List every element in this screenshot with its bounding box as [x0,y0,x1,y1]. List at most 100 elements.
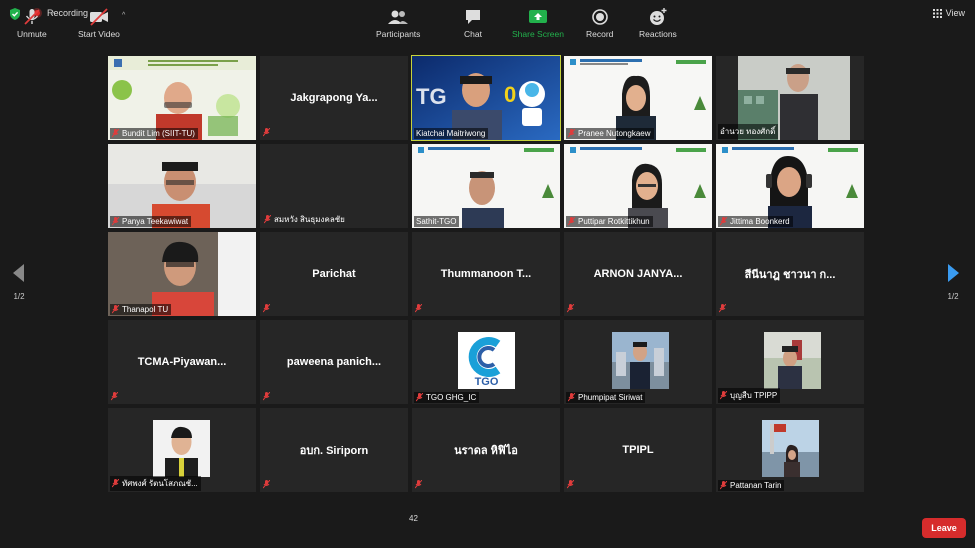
svg-text:0: 0 [504,82,516,107]
chevron-right-icon [948,264,959,282]
participant-name-label: Kiatchai Maitriwong [414,128,489,139]
participant-tile[interactable]: ทัศพงศ์ รัตนโสภณชั... [108,408,256,492]
participant-display-name: Jakgrapong Ya... [290,92,378,104]
muted-mic-icon [568,393,575,402]
participant-name-label: Thanapol TU [110,304,172,315]
smiley-reaction-icon [649,8,667,25]
page-indicator-left: 1/2 [13,292,25,301]
muted-mic-icon [112,305,119,314]
meeting-top-bar: Recording View [0,0,975,28]
participant-tile[interactable]: บุญสืบ TPIPP [716,320,864,404]
muted-mic-icon [719,304,726,313]
muted-mic-icon [568,129,575,138]
participants-label: Participants [376,29,421,39]
reactions-label: Reactions [639,29,677,39]
participant-name-label: Pattanan Tarin [718,480,785,491]
participant-display-name: paweena panich... [286,356,382,368]
participant-tile[interactable]: Panya Teekawiwat [108,144,256,228]
participants-icon [388,10,409,24]
participant-tile[interactable]: Pattanan Tarin [716,408,864,492]
page-indicator-right: 1/2 [947,292,959,301]
participants-button[interactable]: Participants [376,8,420,39]
participant-tile[interactable]: สีนีนาฎ ชาวนา ก... [716,232,864,316]
chat-button[interactable]: Chat [464,8,482,39]
start-video-button[interactable]: Start Video [78,8,120,39]
participant-name-label: Pranee Nutongkaew [566,128,654,139]
participant-tile[interactable]: นราดล หิฟิไอ [412,408,560,492]
record-icon [591,9,608,25]
view-button[interactable]: View [932,8,965,18]
participants-count: 42 [409,514,418,523]
muted-mic-icon [568,217,575,226]
participant-display-name: TCMA-Piyawan... [137,356,227,368]
participant-tile[interactable]: อบก. Siriporn [260,408,408,492]
participant-display-name: อบก. Siriporn [299,445,369,457]
next-page-button[interactable]: 1/2 [946,264,960,301]
muted-mic-icon [112,217,119,226]
participant-display-name: สีนีนาฎ ชาวนา ก... [744,269,836,281]
meeting-controls-bar [0,505,975,548]
muted-mic-icon [264,215,271,224]
muted-mic-icon [415,480,422,489]
participant-tile[interactable]: paweena panich... [260,320,408,404]
participant-tile[interactable]: Puttipar Rotkittikhun [564,144,712,228]
muted-mic-icon [263,392,270,401]
participant-tile[interactable]: Phumpipat Siriwat [564,320,712,404]
share-screen-label: Share Screen [512,29,564,39]
gallery-grid: Bundit Lim (SIIT-TU) Jakgrapong Ya... TG… [108,55,867,492]
participant-name-label: ทัศพงศ์ รัตนโสภณชั... [110,476,201,491]
participant-tile[interactable]: TPIPL [564,408,712,492]
view-label: View [945,8,965,18]
participant-tile[interactable]: Thanapol TU [108,232,256,316]
participant-tile[interactable]: TGO TGO GHG_IC [412,320,560,404]
muted-mic-icon [720,481,727,490]
participant-tile[interactable]: ARNON JANYA... [564,232,712,316]
profile-photo [764,332,821,389]
participant-display-name: Thummanoon T... [440,268,532,280]
muted-mic-icon [720,217,727,226]
participant-tile[interactable]: อำนวย ทองศักดิ์ [716,56,864,140]
record-button[interactable]: Record [586,8,613,39]
muted-mic-icon [263,304,270,313]
svg-text:TG: TG [416,84,447,109]
participant-tile[interactable]: Jakgrapong Ya... [260,56,408,140]
muted-mic-icon [416,393,423,402]
participant-tile[interactable]: Parichat [260,232,408,316]
chat-bubble-icon [466,10,480,24]
participant-name-label: Phumpipat Siriwat [566,392,646,403]
participant-tile[interactable]: Pranee Nutongkaew [564,56,712,140]
participant-tile[interactable]: TCMA-Piyawan... [108,320,256,404]
share-screen-button[interactable]: Share Screen [512,8,564,39]
participant-tile[interactable]: Sathit-TGO [412,144,560,228]
chat-label: Chat [464,29,482,39]
audio-options-caret[interactable]: ^ [52,12,55,19]
previous-page-button[interactable]: 1/2 [12,264,26,301]
profile-photo [153,420,210,477]
participant-name-label: Jittima Boonkerd [718,216,793,227]
participant-tile[interactable]: Jittima Boonkerd [716,144,864,228]
muted-mic-icon [263,128,270,137]
unmute-button[interactable]: Unmute [17,8,47,39]
muted-mic-icon [112,129,119,138]
leave-meeting-button[interactable]: Leave [922,518,966,538]
participant-name-label: Sathit-TGO [414,216,460,227]
reactions-button[interactable]: Reactions [639,8,677,39]
participant-name-label: Bundit Lim (SIIT-TU) [110,128,198,139]
video-options-caret[interactable]: ^ [122,12,125,19]
muted-mic-icon [720,391,727,400]
participant-tile[interactable]: Bundit Lim (SIIT-TU) [108,56,256,140]
muted-microphone-icon [24,9,40,25]
participant-name-label: อำนวย ทองศักดิ์ [718,124,779,139]
profile-photo [762,420,819,477]
muted-mic-icon [415,304,422,313]
tgo-logo-avatar: TGO [458,332,515,389]
share-screen-icon [528,10,547,23]
profile-photo [612,332,669,389]
chevron-left-icon [13,264,24,282]
start-video-label: Start Video [78,29,120,39]
participant-tile[interactable]: สมหวัง สินธุมงคลชัย [260,144,408,228]
participant-tile-active-speaker[interactable]: TG 0 Kiatchai Maitriwong [411,55,561,141]
participant-name-label: สมหวัง สินธุมงคลชัย [262,212,348,227]
participant-name-label: Panya Teekawiwat [110,216,192,227]
participant-tile[interactable]: Thummanoon T... [412,232,560,316]
